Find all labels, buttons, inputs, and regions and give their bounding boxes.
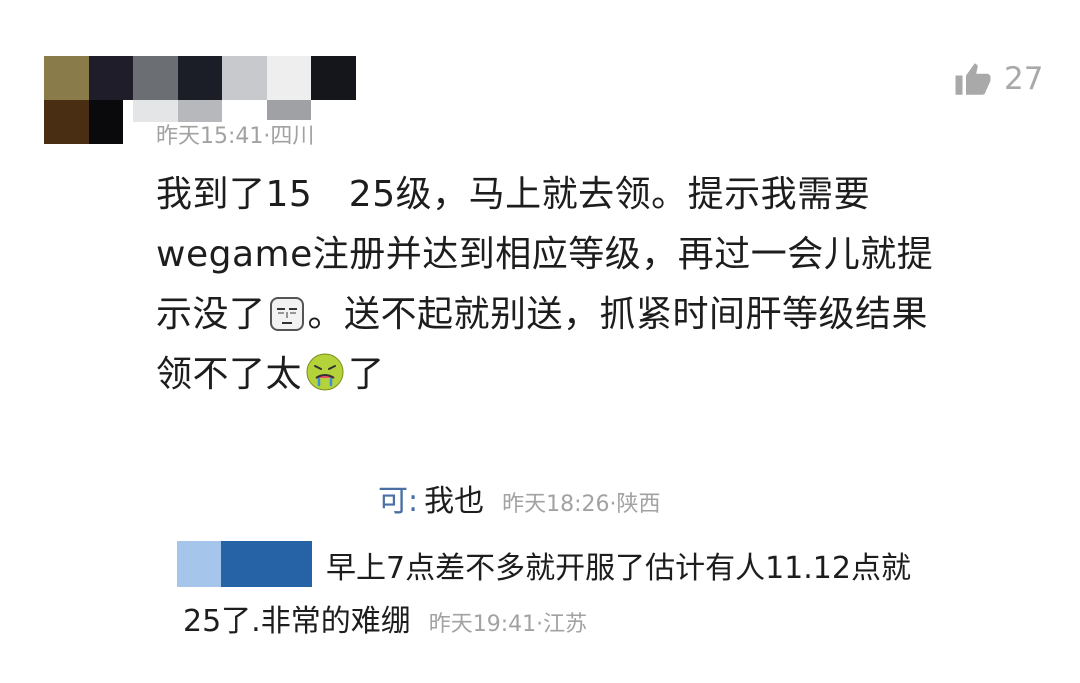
reply-username-mosaic[interactable] — [177, 541, 312, 587]
like-button[interactable]: 27 — [952, 58, 1043, 100]
reply-text-line: 早上7点差不多就开服了估计有人11.12点就 — [326, 551, 911, 586]
reply-meta: 昨天18:26·陕西 — [502, 492, 661, 517]
comment-text: 示没了 — [156, 294, 266, 335]
reply-text: 我也 — [424, 484, 485, 519]
reply-meta: 昨天19:41·江苏 — [428, 612, 588, 637]
comment-text: 。送不起就别送，抓紧时间肝等级结果 — [307, 294, 929, 335]
nauseated-face-icon — [305, 351, 345, 411]
reply-item[interactable]: 可: 我也 昨天18:26·陕西 — [378, 476, 661, 520]
thumbs-up-icon — [955, 63, 991, 95]
comment-text: 领不了太 — [156, 354, 303, 395]
like-count: 27 — [1004, 61, 1044, 97]
comment-line: 示没了 。送不起就别送，抓紧时间肝等级结果 — [156, 285, 1036, 345]
reply-item[interactable]: 25了.非常的难绷 昨天19:41·江苏 — [183, 596, 587, 640]
reply-username[interactable]: 可: — [378, 476, 418, 520]
comment-line: 领不了太 了 — [156, 345, 1036, 405]
comment-body: 我到了15 25级，马上就去领。提示我需要 wegame注册并达到相应等级，再过… — [156, 165, 1036, 405]
comment-meta: 昨天15:41·四川 — [156, 124, 315, 149]
comment-line: wegame注册并达到相应等级，再过一会儿就提 — [156, 234, 934, 275]
reply-text-line: 25了.非常的难绷 — [183, 604, 411, 639]
comment-text: 了 — [348, 354, 385, 395]
expressionless-face-icon — [269, 291, 305, 351]
comment-line: 我到了15 25级，马上就去领。提示我需要 — [156, 174, 871, 215]
